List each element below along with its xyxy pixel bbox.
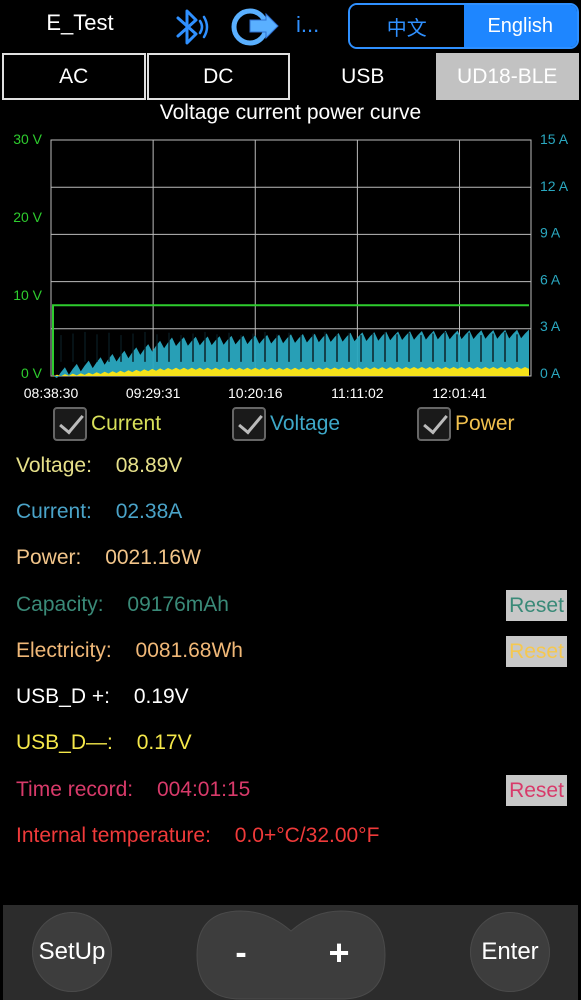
tab-ac[interactable]: AC <box>2 53 146 100</box>
tab-dc[interactable]: DC <box>146 53 290 100</box>
x-axis-tick-label: 11:11:02 <box>331 385 384 401</box>
bluetooth-icon[interactable] <box>168 6 214 48</box>
right-axis-tick-label: 9 A <box>540 225 561 241</box>
info-button[interactable]: i... <box>296 12 336 38</box>
app-title: E_Test <box>46 10 114 35</box>
voltage-value: 08.89V <box>115 454 183 477</box>
temperature-label: Internal temperature: <box>16 824 211 847</box>
voltage-checkbox[interactable] <box>232 407 266 441</box>
usb-dp-label: USB_D +: <box>16 685 110 708</box>
current-row: Current: 02.38A <box>16 500 182 532</box>
power-label: Power: <box>16 546 82 569</box>
x-axis-tick-label: 09:29:31 <box>126 385 181 401</box>
left-axis-tick-label: 30 V <box>13 131 42 147</box>
time-record-value: 004:01:15 <box>156 778 251 801</box>
left-axis-tick-label: 20 V <box>13 209 42 225</box>
x-axis-tick-label: 10:20:16 <box>228 385 283 401</box>
voltage-label: Voltage: <box>16 454 92 477</box>
electricity-row: Electricity: 0081.68Wh <box>16 639 243 671</box>
tab-usb[interactable]: USB <box>291 53 435 100</box>
lang-chinese-option[interactable]: 中文 <box>350 5 464 47</box>
right-axis-tick-label: 15 A <box>540 131 569 147</box>
legend-current-label: Current <box>91 412 162 435</box>
current-value: 02.38A <box>115 500 183 523</box>
usb-dm-label: USB_D—: <box>16 731 113 754</box>
legend-voltage-label: Voltage <box>270 412 341 435</box>
usb-dp-value: 0.19V <box>133 685 189 708</box>
temperature-row: Internal temperature: 0.0+°C/32.00°F <box>16 824 379 856</box>
usb-dm-row: USB_D—: 0.17V <box>16 731 192 763</box>
power-row: Power: 0021.16W <box>16 546 201 578</box>
capacity-value: 09176mAh <box>127 593 229 616</box>
capacity-reset-button[interactable]: Reset <box>506 590 567 621</box>
left-axis-tick-label: 10 V <box>13 287 42 303</box>
right-axis-tick-label: 6 A <box>540 271 561 287</box>
x-axis-tick-label: 12:01:41 <box>432 385 487 401</box>
mode-tabs: AC DC USB UD18-BLE <box>2 53 579 100</box>
legend-power-label: Power <box>455 412 515 435</box>
legend-voltage[interactable]: Voltage <box>232 404 340 444</box>
legend-power[interactable]: Power <box>417 404 515 444</box>
x-axis-tick-label: 08:38:30 <box>24 385 79 401</box>
voltage-row: Voltage: 08.89V <box>16 454 182 486</box>
capacity-label: Capacity: <box>16 593 104 616</box>
right-axis-tick-label: 3 A <box>540 318 561 334</box>
usb-dp-row: USB_D +: 0.19V <box>16 685 189 717</box>
left-axis-tick-label: 0 V <box>21 365 43 381</box>
electricity-value: 0081.68Wh <box>135 639 243 662</box>
sync-icon[interactable] <box>228 6 280 48</box>
setup-button[interactable]: SetUp <box>32 912 112 992</box>
current-label: Current: <box>16 500 92 523</box>
enter-button[interactable]: Enter <box>470 912 550 992</box>
time-reset-button[interactable]: Reset <box>506 775 567 806</box>
current-checkbox[interactable] <box>53 407 87 441</box>
time-record-row: Time record: 004:01:15 <box>16 778 250 810</box>
power-curve-chart: 30 V 20 V 10 V 0 V 15 A 12 A 9 A 6 A 3 A 0 A 08:38… <box>13 131 569 401</box>
electricity-label: Electricity: <box>16 639 112 662</box>
temperature-value: 0.0+°C/32.00°F <box>234 824 380 847</box>
lang-english-option[interactable]: English <box>463 5 577 47</box>
legend-current[interactable]: Current <box>53 404 161 444</box>
power-checkbox[interactable] <box>417 407 451 441</box>
tab-ud18-ble[interactable]: UD18-BLE <box>435 53 579 100</box>
electricity-reset-button[interactable]: Reset <box>506 636 567 667</box>
minus-button[interactable]: - <box>218 930 264 976</box>
usb-dm-value: 0.17V <box>136 731 192 754</box>
time-record-label: Time record: <box>16 778 134 801</box>
right-axis-tick-label: 0 A <box>540 365 561 381</box>
plus-button[interactable]: + <box>316 930 362 976</box>
capacity-row: Capacity: 09176mAh <box>16 593 229 625</box>
chart-title: Voltage current power curve <box>159 101 422 124</box>
language-toggle: 中文 English <box>348 3 579 49</box>
power-value: 0021.16W <box>105 546 201 569</box>
right-axis-tick-label: 12 A <box>540 178 569 194</box>
